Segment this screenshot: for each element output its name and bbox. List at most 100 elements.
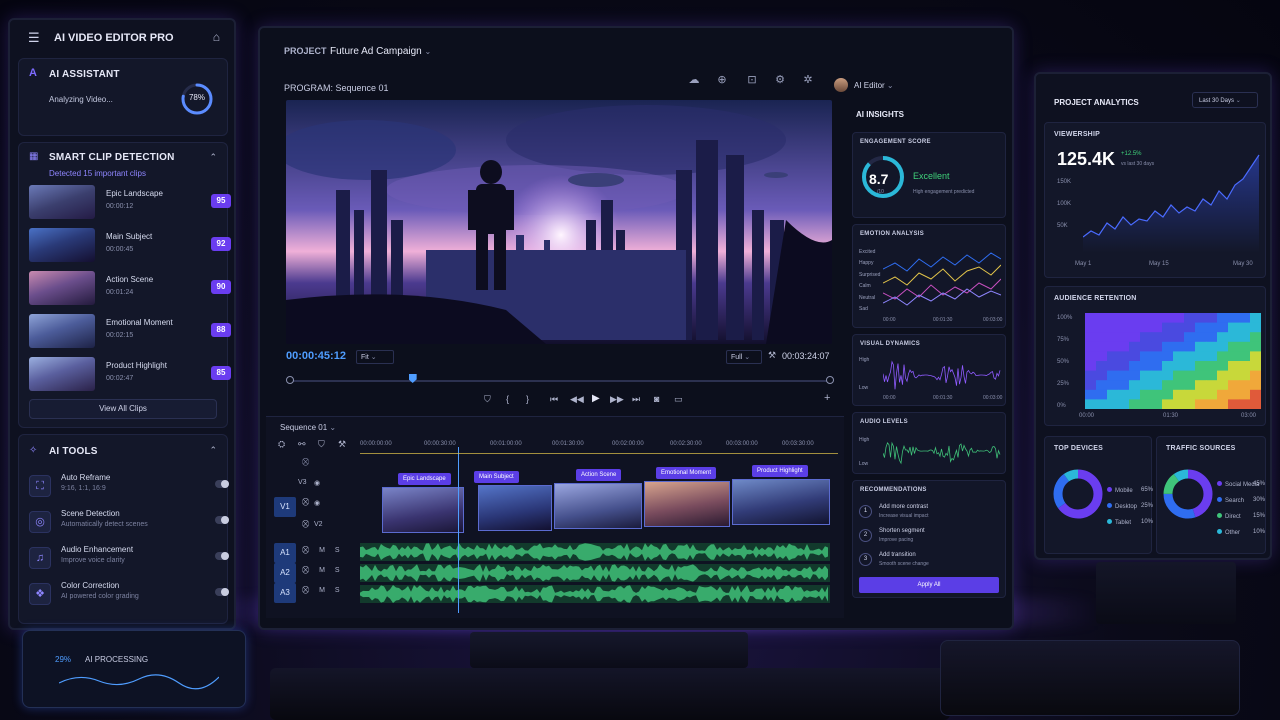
audio-track-controls[interactable]: ⛒ M S [302, 587, 344, 595]
clip-item[interactable]: Epic Landscape 00:00:12 95 [29, 185, 233, 221]
settings-icon[interactable]: ⚙ [774, 74, 786, 86]
visual-time: 00:00 [883, 395, 896, 401]
cloud-upload-icon[interactable]: ☁ [688, 74, 700, 86]
assistant-title: AI ASSISTANT [49, 69, 120, 80]
play-icon[interactable]: ▶ [592, 393, 600, 404]
mark-out-icon[interactable]: } [526, 394, 529, 404]
scrubber-end-marker[interactable] [826, 376, 834, 384]
clip-item[interactable]: Main Subject 00:00:45 92 [29, 228, 233, 264]
user-menu[interactable]: AI Editor ⌄ [854, 81, 894, 90]
gear-icon[interactable]: ✲ [802, 74, 814, 86]
step-back-icon[interactable]: ◀◀ [570, 394, 584, 405]
recommendation-number: 1 [859, 505, 872, 518]
add-icon[interactable]: ⊕ [716, 74, 728, 86]
eye-icon[interactable]: ◉ [314, 499, 320, 507]
clip-item[interactable]: Emotional Moment 00:02:15 88 [29, 314, 233, 350]
collapse-icon[interactable]: ⌃ [209, 445, 217, 456]
tool-audio-enhancement[interactable]: ♫ Audio Enhancement Improve voice clarit… [29, 545, 229, 575]
track-v1[interactable]: V1 [274, 497, 296, 517]
lock-icon[interactable]: ⛒ [302, 521, 309, 529]
lock-icon[interactable]: ⛒ [302, 459, 309, 467]
recommendation-item[interactable]: 3 Add transition Smooth scene change [859, 551, 999, 575]
heatmap-cell [1096, 389, 1108, 400]
scrubber-start-marker[interactable] [286, 376, 294, 384]
heatmap-cell [1195, 341, 1207, 352]
go-to-end-icon[interactable]: ⏭ [632, 394, 640, 405]
heatmap-cell [1228, 332, 1240, 343]
view-all-clips-button[interactable]: View All Clips [29, 399, 217, 419]
clip-tag[interactable]: Main Subject [474, 471, 519, 483]
menu-icon[interactable]: ☰ [28, 30, 40, 46]
track-a2[interactable]: A2 [274, 563, 296, 583]
marker-icon[interactable]: ⛉ [318, 439, 325, 450]
recommendation-item[interactable]: 1 Add more contrast Increase visual impa… [859, 503, 999, 527]
track-a3[interactable]: A3 [274, 583, 296, 603]
export-frame-icon[interactable]: ▭ [674, 394, 683, 405]
heatmap-cell [1250, 313, 1261, 324]
export-icon[interactable]: ⊡ [746, 74, 758, 86]
avatar[interactable] [834, 78, 848, 92]
heatmap-cell [1162, 389, 1174, 400]
timeline-clip[interactable] [644, 481, 730, 527]
recommendation-item[interactable]: 2 Shorten segment Improve pacing [859, 527, 999, 551]
go-to-start-icon[interactable]: ⏮ [550, 394, 558, 405]
sequence-dropdown[interactable]: Sequence 01 ⌄ [280, 423, 336, 432]
time-ruler: 00:00:00:00 00:00:30:00 00:01:00:00 00:0… [360, 441, 838, 451]
program-viewer[interactable] [286, 100, 832, 344]
clip-item[interactable]: Product Highlight 00:02:47 85 [29, 357, 233, 393]
timeline-clip[interactable] [732, 479, 830, 525]
clip-tag[interactable]: Product Highlight [752, 465, 808, 477]
heatmap-cell [1239, 351, 1251, 362]
color-correction-toggle[interactable] [215, 588, 229, 596]
center-monitor: PROJECT Future Ad Campaign ⌄ ☁ ⊕ ⊡ ⚙ ✲ A… [258, 26, 1014, 630]
step-forward-icon[interactable]: ▶▶ [610, 394, 624, 405]
wrench-icon[interactable]: ⚒ [768, 350, 776, 361]
add-icon[interactable]: + [824, 392, 830, 404]
project-name-dropdown[interactable]: Future Ad Campaign ⌄ [330, 46, 431, 57]
audio-track-controls[interactable]: ⛒ M S [302, 547, 344, 555]
wrench-icon[interactable]: ⚒ [338, 439, 346, 450]
audio-waveforms[interactable] [360, 541, 830, 607]
clip-tag[interactable]: Action Scene [576, 469, 622, 481]
fit-dropdown[interactable]: Fit ⌄ [356, 350, 394, 364]
resolution-dropdown[interactable]: Full ⌄ [726, 350, 762, 364]
lock-icon[interactable]: ⛒ [302, 499, 309, 507]
tool-auto-reframe[interactable]: ⛶ Auto Reframe 9:16, 1:1, 16:9 [29, 473, 229, 503]
clip-tag[interactable]: Epic Landscape [398, 473, 451, 485]
clip-item[interactable]: Action Scene 00:01:24 90 [29, 271, 233, 307]
duration-timecode: 00:03:24:07 [782, 351, 830, 361]
marker-icon[interactable]: ⛉ [484, 394, 491, 405]
date-range-dropdown[interactable]: Last 30 Days ⌄ [1192, 92, 1258, 108]
tool-color-correction[interactable]: ❖ Color Correction AI powered color grad… [29, 581, 229, 611]
scrubber-track[interactable] [288, 380, 830, 382]
palette-icon: ❖ [29, 583, 51, 605]
y-tick: 50K [1057, 223, 1068, 229]
heatmap-cell [1206, 332, 1218, 343]
tool-scene-detection[interactable]: ◎ Scene Detection Automatically detect s… [29, 509, 229, 539]
timeline-clip[interactable] [478, 485, 552, 531]
scene-detection-toggle[interactable] [215, 516, 229, 524]
speaker-icon: ♫ [29, 547, 51, 569]
heatmap-cell [1173, 380, 1185, 391]
clip-tag[interactable]: Emotional Moment [656, 467, 717, 479]
eye-icon[interactable]: ◉ [314, 479, 320, 487]
audio-track-controls[interactable]: ⛒ M S [302, 567, 344, 575]
track-a1[interactable]: A1 [274, 543, 296, 563]
link-icon[interactable]: ⚯ [298, 439, 306, 450]
heatmap-cell [1184, 322, 1196, 333]
apply-all-button[interactable]: Apply All [859, 577, 999, 593]
home-icon[interactable]: ⌂ [213, 30, 220, 44]
camera-icon[interactable]: ◙ [654, 394, 659, 404]
mark-in-icon[interactable]: { [506, 394, 509, 404]
snap-icon[interactable]: ⛭ [278, 439, 285, 450]
ai-logo-icon: A [29, 67, 37, 79]
audio-enhancement-toggle[interactable] [215, 552, 229, 560]
timeline-playhead[interactable] [458, 447, 459, 613]
auto-reframe-toggle[interactable] [215, 480, 229, 488]
legend-label: Mobile [1115, 488, 1133, 494]
clip-thumbnail [29, 357, 95, 391]
timeline-clip[interactable] [382, 487, 464, 533]
collapse-icon[interactable]: ⌃ [209, 152, 217, 163]
timeline-clip[interactable] [554, 483, 642, 529]
heatmap-cell [1217, 332, 1229, 343]
